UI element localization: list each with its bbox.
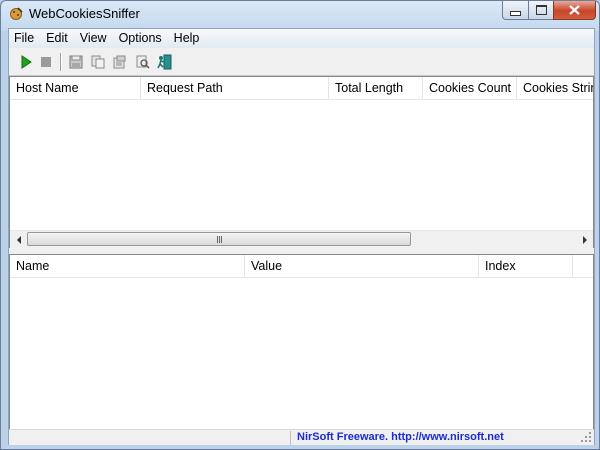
title-bar[interactable]: WebCookiesSniffer bbox=[1, 1, 599, 27]
save-icon bbox=[69, 55, 83, 69]
menu-view[interactable]: View bbox=[74, 29, 113, 48]
exit-icon bbox=[157, 54, 172, 70]
stop-capture-button[interactable] bbox=[37, 53, 55, 71]
find-button[interactable] bbox=[133, 53, 151, 71]
cookie-details-list[interactable]: Name Value Index bbox=[9, 254, 594, 430]
menu-edit[interactable]: Edit bbox=[40, 29, 74, 48]
column-value[interactable]: Value bbox=[245, 255, 479, 277]
copy-button[interactable] bbox=[89, 53, 107, 71]
stop-icon bbox=[41, 57, 51, 67]
size-grip-icon[interactable] bbox=[581, 432, 592, 443]
app-cookie-icon bbox=[9, 7, 23, 21]
top-horizontal-scrollbar[interactable] bbox=[10, 230, 593, 248]
column-index[interactable]: Index bbox=[479, 255, 573, 277]
toolbar bbox=[9, 49, 594, 76]
properties-icon bbox=[113, 55, 125, 69]
exit-button[interactable] bbox=[155, 53, 173, 71]
top-list-header: Host Name Request Path Total Length Cook… bbox=[10, 77, 593, 100]
menu-options[interactable]: Options bbox=[113, 29, 168, 48]
chevron-left-icon bbox=[16, 235, 21, 244]
play-icon bbox=[21, 55, 32, 69]
scroll-thumb[interactable] bbox=[27, 232, 411, 246]
column-request-path[interactable]: Request Path bbox=[141, 77, 329, 99]
cookies-requests-list[interactable]: Host Name Request Path Total Length Cook… bbox=[9, 76, 594, 249]
window-title: WebCookiesSniffer bbox=[29, 6, 140, 21]
panel-splitter[interactable] bbox=[9, 248, 594, 253]
column-host-name[interactable]: Host Name bbox=[10, 77, 141, 99]
bottom-list-header: Name Value Index bbox=[10, 255, 593, 278]
column-filler bbox=[573, 255, 593, 277]
app-window: WebCookiesSniffer File Edit View Options… bbox=[0, 0, 600, 450]
toolbar-separator bbox=[60, 53, 62, 71]
save-button[interactable] bbox=[67, 53, 85, 71]
status-section-1 bbox=[9, 431, 291, 445]
scroll-right-button[interactable] bbox=[576, 231, 593, 248]
start-capture-button[interactable] bbox=[17, 53, 35, 71]
menu-help[interactable]: Help bbox=[168, 29, 206, 48]
column-cookies-count[interactable]: Cookies Count bbox=[423, 77, 517, 99]
copy-icon bbox=[91, 55, 104, 69]
close-button[interactable] bbox=[553, 1, 596, 20]
find-icon bbox=[136, 55, 150, 69]
scroll-left-button[interactable] bbox=[10, 231, 27, 248]
chevron-right-icon bbox=[582, 235, 587, 244]
grip-icon bbox=[216, 235, 222, 243]
maximize-icon bbox=[535, 5, 547, 15]
properties-button[interactable] bbox=[111, 53, 129, 71]
client-area: File Edit View Options Help Host Name Re… bbox=[8, 28, 595, 445]
menu-file[interactable]: File bbox=[9, 29, 40, 48]
column-total-length[interactable]: Total Length bbox=[329, 77, 423, 99]
nirsoft-link[interactable]: NirSoft Freeware. http://www.nirsoft.net bbox=[297, 431, 504, 443]
minimize-button[interactable] bbox=[502, 1, 529, 20]
column-name[interactable]: Name bbox=[10, 255, 245, 277]
column-cookies-string[interactable]: Cookies String bbox=[517, 77, 593, 99]
close-icon bbox=[569, 5, 580, 15]
menu-bar: File Edit View Options Help bbox=[9, 29, 594, 48]
status-bar: NirSoft Freeware. http://www.nirsoft.net bbox=[9, 429, 594, 445]
minimize-icon bbox=[510, 11, 521, 16]
maximize-button[interactable] bbox=[528, 1, 554, 20]
